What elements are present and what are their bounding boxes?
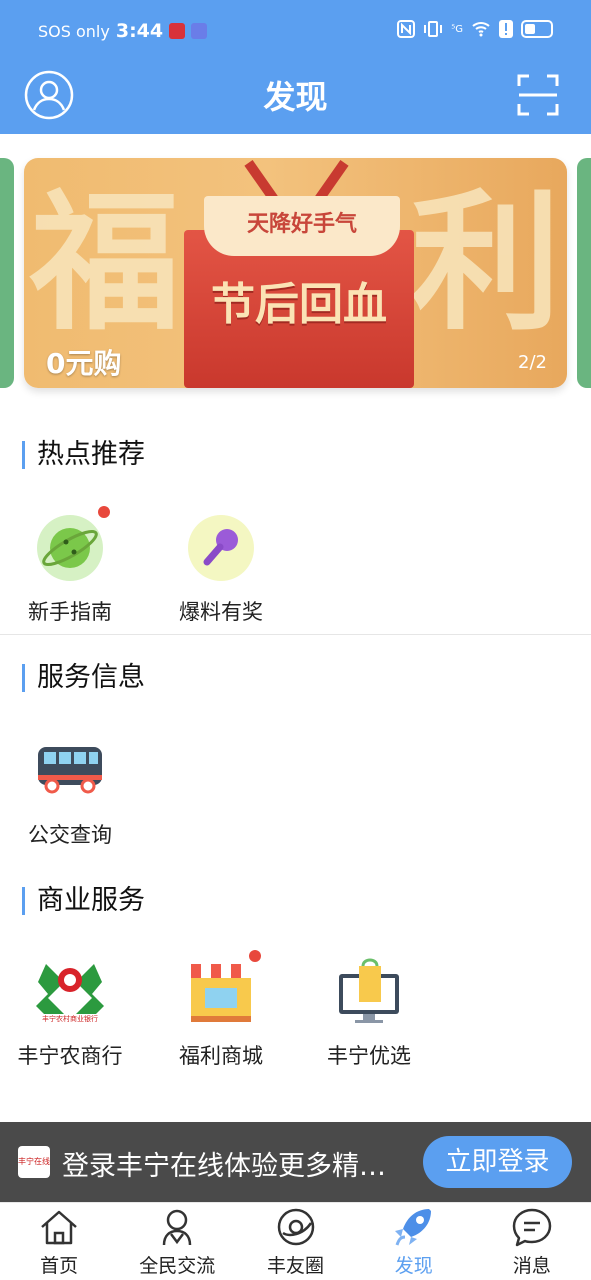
item-label: 新手指南 (28, 600, 112, 624)
microphone-icon (188, 515, 254, 581)
prev-banner-peek[interactable] (0, 158, 14, 388)
tab-label: 发现 (394, 1255, 433, 1277)
circle-icon (277, 1208, 314, 1246)
carrier-text: SOS only (38, 21, 110, 41)
tab-discover[interactable]: 发现 (355, 1203, 473, 1280)
new-badge (98, 506, 110, 518)
section-title-hot: 热点推荐 (22, 441, 145, 469)
banner-char-left: 福 (30, 175, 181, 351)
vibrate-icon (424, 21, 443, 37)
item-rural-bank[interactable]: 丰宁农村商业银行 丰宁农商行 (0, 958, 140, 1070)
banner-slide[interactable]: 福 利 天降好手气 节后回血 0元购 2/2 (24, 158, 567, 388)
tab-label: 丰友圈 (267, 1255, 325, 1277)
page-title: 发现 (263, 78, 328, 116)
item-bus-query[interactable]: 公交查询 (0, 737, 140, 849)
nfc-icon (397, 20, 416, 38)
shopping-bag-monitor-icon (339, 958, 399, 1023)
item-beginner-guide[interactable]: 新手指南 (0, 506, 140, 626)
scan-button[interactable] (517, 72, 559, 118)
section-title-service: 服务信息 (22, 664, 145, 692)
tab-friend-circle[interactable]: 丰友圈 (236, 1203, 354, 1280)
item-label: 丰宁农商行 (17, 1044, 123, 1068)
item-fengning-select[interactable]: 丰宁优选 (299, 958, 439, 1070)
login-prompt-bar: 丰宁在线 登录丰宁在线体验更多精彩内容 立即登录 (0, 1122, 591, 1202)
item-label: 爆料有奖 (179, 600, 263, 624)
banner-caption: 0元购 (46, 347, 122, 380)
community-icon (163, 1209, 192, 1246)
bank-logo-text: 丰宁农村商业银行 (42, 1015, 98, 1023)
shop-icon (191, 964, 251, 1022)
message-icon (512, 1208, 552, 1247)
status-bar: SOS only 3:44 ⁵G (0, 0, 591, 62)
bus-icon (38, 747, 102, 794)
notification-app-icon-2 (191, 23, 208, 39)
wifi-icon (472, 22, 490, 37)
new-badge (249, 950, 261, 962)
item-welfare-mall[interactable]: 福利商城 (151, 950, 291, 1070)
next-banner-peek[interactable] (577, 158, 591, 388)
divider (0, 634, 591, 635)
alert-icon (499, 20, 513, 38)
banner-carousel[interactable]: 福 利 天降好手气 节后回血 0元购 2/2 (0, 158, 591, 394)
item-tip-off[interactable]: 爆料有奖 (151, 514, 291, 626)
tab-label: 全民交流 (139, 1255, 216, 1277)
banner-card-text: 天降好手气 (246, 212, 357, 237)
tab-community[interactable]: 全民交流 (118, 1203, 236, 1280)
battery-icon (521, 20, 553, 38)
clock: 3:44 (115, 20, 164, 42)
top-bar: SOS only 3:44 ⁵G 发现 (0, 0, 591, 134)
app-logo: 丰宁在线 (18, 1146, 50, 1178)
planet-icon (37, 515, 103, 581)
tab-home[interactable]: 首页 (0, 1203, 118, 1280)
scan-icon (517, 74, 559, 116)
tab-label: 首页 (40, 1255, 79, 1277)
app-logo-text: 丰宁在线 (18, 1157, 50, 1166)
banner-char-right: 利 (410, 175, 561, 351)
item-label: 公交查询 (28, 823, 112, 847)
network-type: ⁵G (451, 23, 463, 35)
tab-label: 消息 (512, 1255, 551, 1277)
section-title-business: 商业服务 (22, 887, 145, 915)
login-button[interactable]: 立即登录 (423, 1136, 572, 1188)
login-prompt-text: 登录丰宁在线体验更多精彩内容 (62, 1151, 412, 1182)
bottom-nav: 首页 全民交流 丰友圈 发现 消息 (0, 1202, 591, 1280)
tab-messages[interactable]: 消息 (473, 1203, 591, 1280)
notification-app-icon (169, 23, 186, 39)
item-label: 丰宁优选 (327, 1044, 411, 1068)
banner-page-indicator: 2/2 (518, 352, 547, 373)
rocket-icon (394, 1209, 431, 1246)
item-label: 福利商城 (179, 1044, 263, 1068)
home-icon (41, 1210, 77, 1245)
banner-main-text: 节后回血 (211, 279, 387, 330)
